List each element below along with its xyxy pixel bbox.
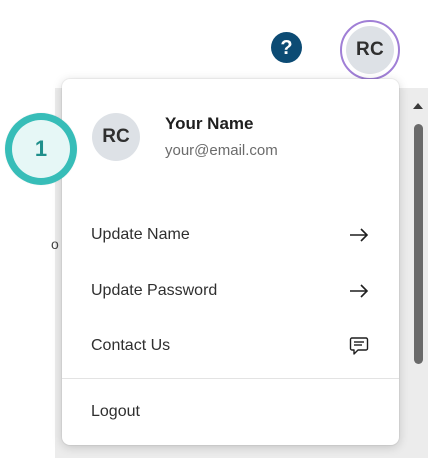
- profile-section: RC Your Name your@email.com: [92, 112, 278, 162]
- step-number: 1: [34, 136, 48, 161]
- chat-icon: [349, 336, 369, 356]
- scrollbar-thumb[interactable]: [414, 124, 423, 364]
- menu-item-update-password[interactable]: Update Password: [62, 271, 399, 311]
- arrow-right-icon: [349, 281, 369, 301]
- help-icon[interactable]: ?: [271, 32, 302, 63]
- menu-item-update-name[interactable]: Update Name: [62, 215, 399, 255]
- menu-divider: [62, 378, 399, 379]
- menu-item-label: Update Password: [91, 282, 218, 299]
- step-badge: 1: [5, 113, 77, 185]
- avatar-initials: RC: [355, 39, 385, 60]
- logout-button[interactable]: Logout: [91, 403, 140, 421]
- avatar: RC: [346, 26, 394, 74]
- profile-email: your@email.com: [165, 142, 278, 159]
- profile-details: Your Name your@email.com: [165, 114, 278, 160]
- arrow-right-icon: [349, 225, 369, 245]
- profile-name: Your Name: [165, 114, 254, 133]
- step-number-circle: 1: [12, 120, 70, 178]
- background-text-fragment: o: [51, 236, 59, 252]
- user-avatar-button[interactable]: RC: [340, 20, 400, 80]
- scroll-up-icon[interactable]: [413, 103, 423, 109]
- menu-item-label: Update Name: [91, 226, 190, 243]
- menu-item-label: Contact Us: [91, 337, 171, 354]
- help-glyph: ?: [280, 36, 293, 59]
- profile-initials: RC: [102, 126, 130, 147]
- profile-avatar: RC: [92, 113, 140, 161]
- menu-item-contact-us[interactable]: Contact Us: [62, 326, 399, 366]
